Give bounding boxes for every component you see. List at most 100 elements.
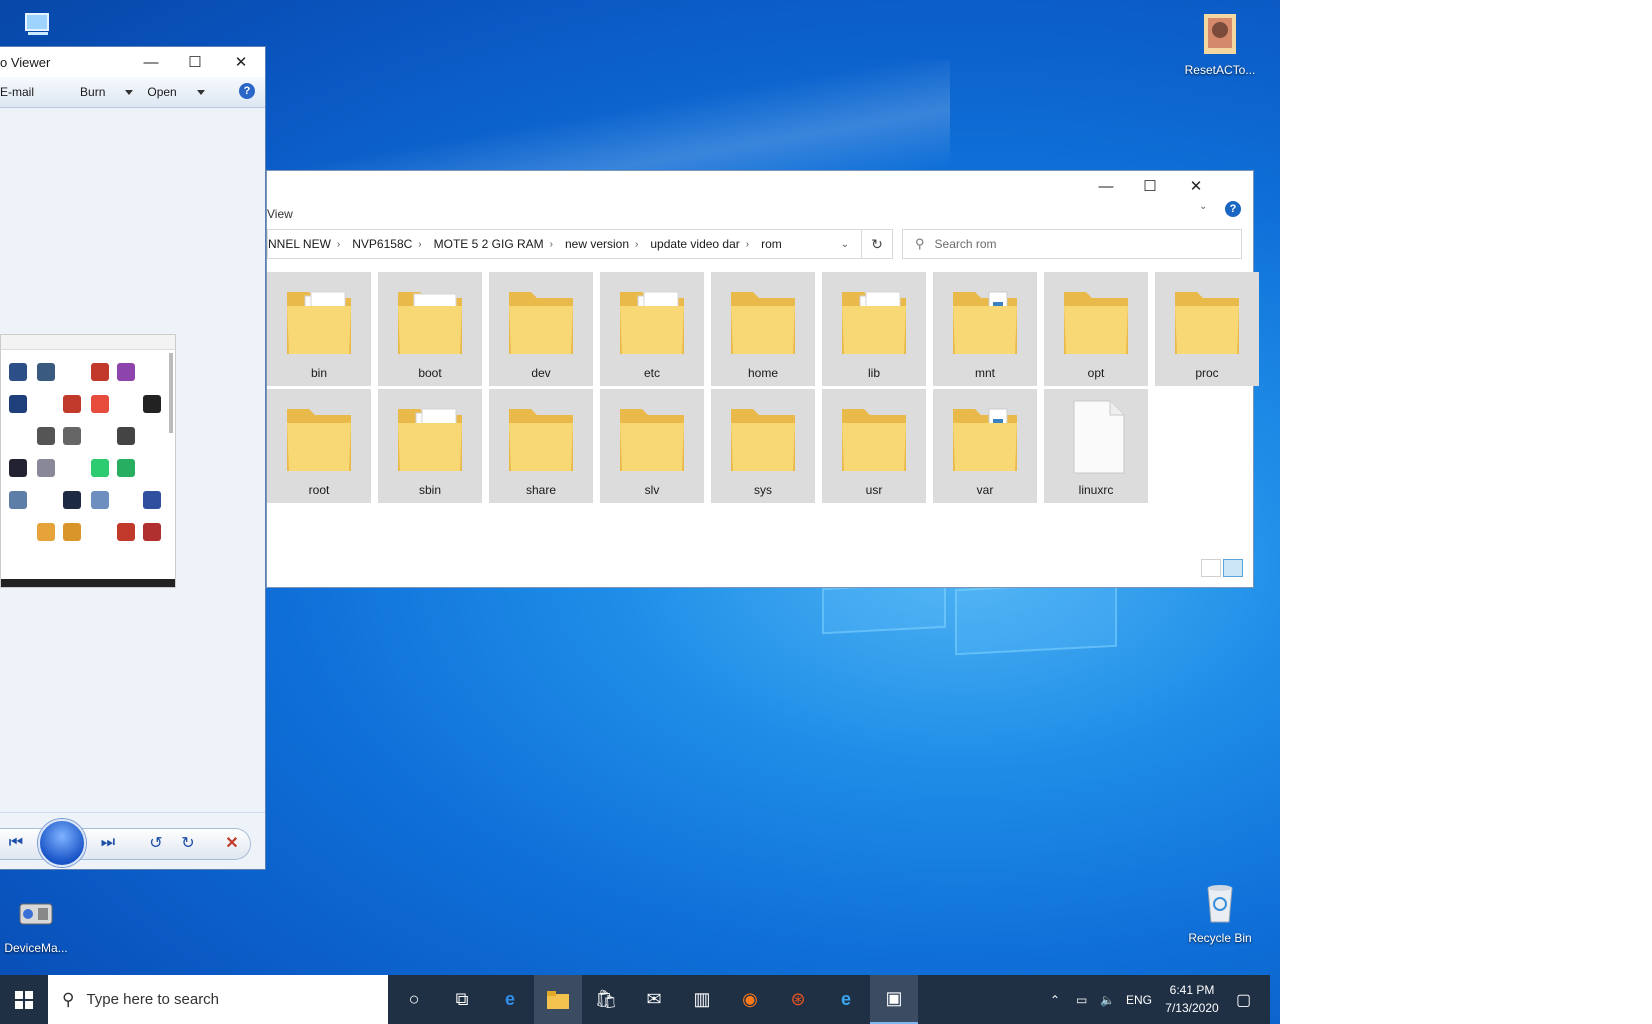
clock[interactable]: 6:41 PM 7/13/2020 bbox=[1158, 981, 1226, 1017]
previous-icon[interactable]: ⏮ bbox=[2, 828, 30, 858]
desktop-icon-label: Recycle Bin bbox=[1188, 931, 1252, 945]
breadcrumb[interactable]: NNEL NEW bbox=[268, 237, 331, 251]
folder-icon bbox=[1064, 292, 1128, 354]
file-item-name: opt bbox=[1087, 366, 1105, 380]
delete-icon[interactable]: ✕ bbox=[218, 828, 246, 858]
address-bar[interactable]: NNEL NEW › NVP6158C › MOTE 5 2 GIG RAM › ne… bbox=[267, 229, 893, 259]
file-item-name: dev bbox=[531, 366, 551, 380]
help-icon[interactable]: ? bbox=[239, 83, 255, 99]
language-indicator[interactable]: ENG bbox=[1126, 975, 1152, 1024]
show-hidden-icons[interactable]: ⌃ bbox=[1050, 975, 1060, 1024]
film-icon[interactable]: ▥ bbox=[678, 975, 726, 1024]
file-item-name: boot bbox=[418, 366, 442, 380]
file-item[interactable]: proc bbox=[1155, 272, 1259, 386]
file-explorer-icon[interactable] bbox=[534, 975, 582, 1024]
file-item[interactable]: sbin bbox=[378, 389, 482, 503]
file-item[interactable]: etc bbox=[600, 272, 704, 386]
file-item[interactable]: usr bbox=[822, 389, 926, 503]
start-button[interactable] bbox=[0, 975, 48, 1024]
task-view-icon[interactable]: ⧉ bbox=[438, 975, 486, 1024]
chevron-down-icon bbox=[125, 90, 134, 96]
app-shortcut-icon bbox=[1204, 14, 1236, 54]
large-icons-view-icon[interactable] bbox=[1223, 559, 1243, 577]
ubuntu-icon[interactable]: ⊛ bbox=[774, 975, 822, 1024]
file-item[interactable]: sys bbox=[711, 389, 815, 503]
details-view-icon[interactable] bbox=[1201, 559, 1221, 577]
search-icon: ⚲ bbox=[62, 989, 75, 1009]
internet-explorer-icon[interactable]: e bbox=[822, 975, 870, 1024]
mail-icon[interactable]: ✉ bbox=[630, 975, 678, 1024]
maximize-button[interactable]: ☐ bbox=[1127, 171, 1173, 201]
firefox-icon[interactable]: ◉ bbox=[726, 975, 774, 1024]
folder-icon bbox=[731, 409, 795, 471]
photo-viewer-menubar: E-mail Burn Open ? bbox=[0, 77, 265, 108]
next-icon[interactable]: ⏭ bbox=[94, 828, 122, 858]
clock-date: 7/13/2020 bbox=[1165, 1001, 1219, 1015]
file-item[interactable]: dev bbox=[489, 272, 593, 386]
store-icon[interactable]: 🛍 bbox=[582, 975, 630, 1024]
open-menu[interactable]: Open bbox=[147, 85, 205, 99]
file-item[interactable]: slv bbox=[600, 389, 704, 503]
file-item[interactable]: home bbox=[711, 272, 815, 386]
photo-viewer-taskbar-icon[interactable]: ▣ bbox=[870, 975, 918, 1024]
notifications-icon[interactable]: ▢ bbox=[1236, 975, 1251, 1024]
minimize-button[interactable]: — bbox=[1083, 171, 1129, 201]
file-item[interactable]: linuxrc bbox=[1044, 389, 1148, 503]
file-item-name: sys bbox=[754, 483, 772, 497]
file-item[interactable]: opt bbox=[1044, 272, 1148, 386]
photo-viewer-titlebar[interactable]: o Viewer — ☐ ✕ bbox=[0, 47, 265, 77]
chevron-down-icon[interactable]: ⌄ bbox=[830, 230, 860, 258]
file-item[interactable]: mnt bbox=[933, 272, 1037, 386]
file-item[interactable]: share bbox=[489, 389, 593, 503]
folder-icon bbox=[287, 409, 351, 471]
maximize-button[interactable]: ☐ bbox=[172, 47, 218, 77]
slideshow-button[interactable] bbox=[38, 819, 86, 867]
file-item-name: var bbox=[976, 483, 994, 497]
rotate-left-icon[interactable]: ↺ bbox=[142, 828, 170, 858]
file-item[interactable]: root bbox=[267, 389, 371, 503]
burn-label: Burn bbox=[80, 85, 106, 99]
close-button[interactable]: ✕ bbox=[1173, 171, 1219, 201]
desktop-icon-devicemanager[interactable]: DeviceMa... bbox=[0, 890, 72, 955]
photo-viewer-controls: ⏮ ⏭ ↺ ↻ ✕ bbox=[0, 812, 265, 869]
refresh-button[interactable]: ↻ bbox=[861, 229, 893, 259]
file-item[interactable]: var bbox=[933, 389, 1037, 503]
desktop-icon-label: DeviceMa... bbox=[4, 941, 68, 955]
ribbon-tab-view[interactable]: View bbox=[267, 207, 293, 221]
email-menu[interactable]: E-mail bbox=[0, 85, 34, 99]
burn-menu[interactable]: Burn bbox=[80, 85, 134, 99]
breadcrumb[interactable]: new version bbox=[565, 237, 629, 251]
folder-icon bbox=[287, 291, 351, 354]
folder-icon bbox=[1175, 292, 1239, 354]
file-item-name: home bbox=[747, 366, 779, 380]
window-title: o Viewer bbox=[0, 54, 51, 70]
edge-icon[interactable]: e bbox=[486, 975, 534, 1024]
photo-viewer-window[interactable]: o Viewer — ☐ ✕ E-mail Burn Open ? ⏮ ⏭ ↺ … bbox=[0, 46, 266, 870]
close-button[interactable]: ✕ bbox=[218, 47, 264, 77]
ribbon-expand-icon[interactable]: ⌄ bbox=[1199, 201, 1207, 212]
rotate-right-icon[interactable]: ↻ bbox=[174, 828, 202, 858]
file-item[interactable]: lib bbox=[822, 272, 926, 386]
window-logo-pane bbox=[955, 580, 1117, 656]
folder-icon bbox=[842, 409, 906, 471]
taskbar: ⚲ Type here to search ○ ⧉ e 🛍 ✉ ▥ ◉ ⊛ e … bbox=[0, 975, 1270, 1024]
taskbar-search-box[interactable]: ⚲ Type here to search bbox=[48, 975, 388, 1024]
file-item-name: root bbox=[308, 483, 330, 497]
network-icon[interactable]: ▭ bbox=[1076, 975, 1087, 1024]
breadcrumb[interactable]: MOTE 5 2 GIG RAM bbox=[434, 237, 544, 251]
desktop-icon-resetacto[interactable]: ResetACTo... bbox=[1175, 12, 1265, 77]
minimize-button[interactable]: — bbox=[128, 47, 174, 77]
breadcrumb[interactable]: rom bbox=[761, 237, 782, 251]
cortana-icon[interactable]: ○ bbox=[390, 975, 438, 1024]
file-item[interactable]: bin bbox=[267, 272, 371, 386]
help-icon[interactable]: ? bbox=[1225, 201, 1241, 217]
volume-icon[interactable]: 🔈 bbox=[1100, 975, 1115, 1024]
file-item[interactable]: boot bbox=[378, 272, 482, 386]
folder-icon bbox=[509, 292, 573, 354]
breadcrumb[interactable]: NVP6158C bbox=[352, 237, 412, 251]
folder-icon bbox=[953, 291, 1017, 354]
breadcrumb[interactable]: update video dar bbox=[650, 237, 739, 251]
file-explorer-window[interactable]: — ☐ ✕ View ⌄ ? NNEL NEW › NVP6158C › MOTE … bbox=[266, 170, 1259, 588]
search-input[interactable]: ⚲ Search rom bbox=[902, 229, 1242, 259]
desktop-icon-recycle-bin[interactable]: Recycle Bin bbox=[1175, 880, 1265, 945]
